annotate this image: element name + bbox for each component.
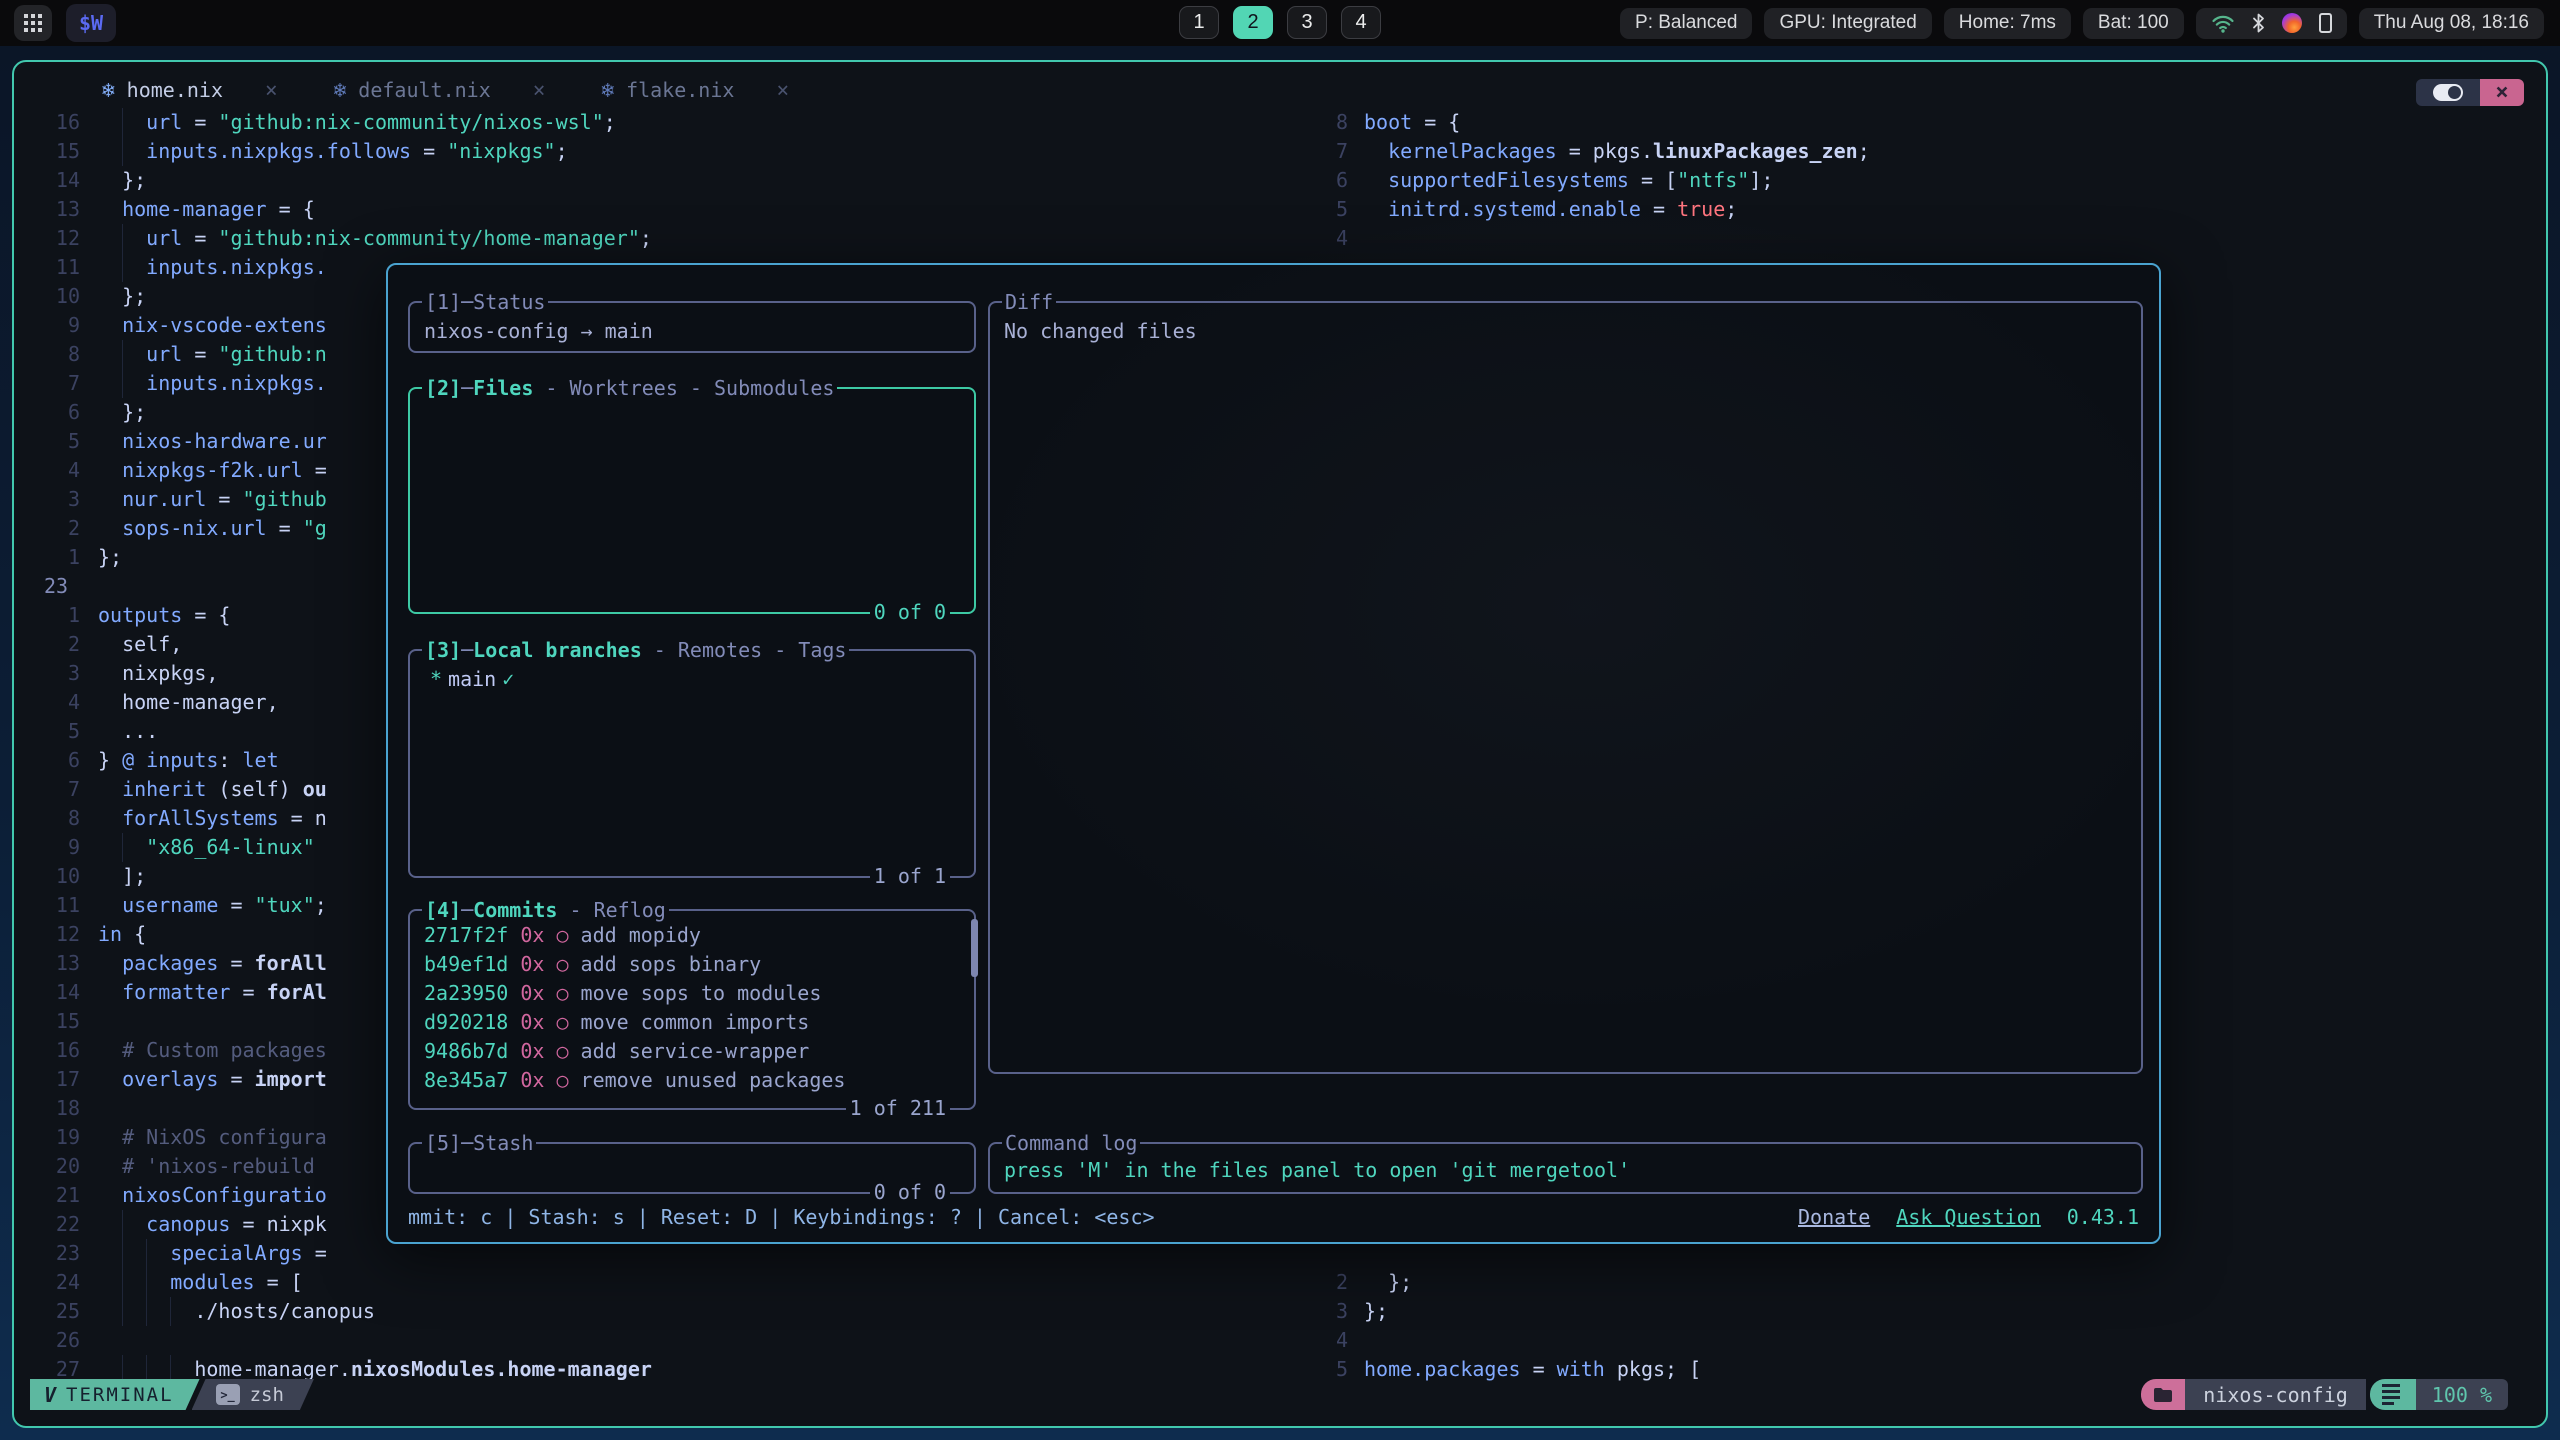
system-tray <box>2196 8 2347 39</box>
status-pill-1: GPU: Integrated <box>1764 8 1931 39</box>
lazygit-commits-panel[interactable]: [4]─Commits - Reflog 2717f2f 0x ○ add mo… <box>408 909 976 1110</box>
app-launcher-button[interactable] <box>14 5 52 41</box>
phone-icon[interactable] <box>2319 13 2332 33</box>
diff-content: No changed files <box>1004 317 1197 346</box>
code-line: 3}; <box>14 1297 2546 1326</box>
bluetooth-icon[interactable] <box>2252 13 2265 33</box>
shell-label: zsh <box>250 1384 284 1406</box>
folder-icon <box>2153 1387 2173 1403</box>
line-number: 5 <box>1302 1355 1348 1384</box>
commit-row[interactable]: 8e345a7 0x ○ remove unused packages <box>424 1066 845 1095</box>
code-line: 4 <box>14 1326 2546 1355</box>
repo-branch-status: nixos-config → main <box>424 317 653 346</box>
branches-count: 1 of 1 <box>870 862 950 891</box>
vim-logo-icon: V <box>44 1383 56 1407</box>
donate-link[interactable]: Donate <box>1798 1203 1870 1232</box>
commits-scrollbar[interactable] <box>971 919 978 977</box>
code-line: 2 }; <box>14 1268 2546 1297</box>
commit-row[interactable]: 2a23950 0x ○ move sops to modules <box>424 979 821 1008</box>
clock: Thu Aug 08, 18:16 <box>2359 8 2544 39</box>
terminal-window: ❄home.nix×❄default.nix×❄flake.nix× × 16 … <box>12 60 2548 1428</box>
commit-row[interactable]: 9486b7d 0x ○ add service-wrapper <box>424 1037 809 1066</box>
workspace-button-1[interactable]: 1 <box>1179 6 1219 39</box>
terminal-icon: >_ <box>216 1384 240 1405</box>
commit-row[interactable]: b49ef1d 0x ○ add sops binary <box>424 950 761 979</box>
workspace-switcher: 1234 <box>1179 6 1381 39</box>
lazygit-stash-panel[interactable]: [5]─Stash 0 of 0 <box>408 1142 976 1194</box>
commits-count: 1 of 211 <box>846 1094 950 1123</box>
lines-icon <box>2370 1379 2416 1410</box>
wm-logo-icon[interactable]: $W <box>66 4 116 42</box>
scroll-percent: 100 % <box>2416 1379 2508 1410</box>
workspace-button-3[interactable]: 3 <box>1287 6 1327 39</box>
lazygit-files-panel[interactable]: [2]─Files - Worktrees - Submodules 0 of … <box>408 387 976 614</box>
status-pill-2: Home: 7ms <box>1944 8 2071 39</box>
repo-name: nixos-config <box>2185 1379 2366 1410</box>
line-number: 3 <box>1302 1297 1348 1326</box>
lazygit-branches-panel[interactable]: [3]─Local branches - Remotes - Tags *mai… <box>408 649 976 878</box>
top-bar: $W 1234 P: Balanced GPU: Integrated Home: … <box>0 0 2560 46</box>
workspace-button-4[interactable]: 4 <box>1341 6 1381 39</box>
commit-row[interactable]: 2717f2f 0x ○ add mopidy <box>424 921 701 950</box>
mode-label: TERMINAL <box>66 1384 174 1406</box>
workspace-button-2[interactable]: 2 <box>1233 6 1273 39</box>
files-count: 0 of 0 <box>870 598 950 627</box>
mode-segment: V TERMINAL <box>30 1379 200 1410</box>
shell-segment: >_ zsh <box>192 1379 314 1410</box>
status-pill-3: Bat: 100 <box>2083 8 2184 39</box>
apps-grid-icon <box>24 14 42 32</box>
branch-item[interactable]: *main✓ <box>430 665 514 694</box>
line-number: 4 <box>1302 1326 1348 1355</box>
keybindings-bar: mmit: c | Stash: s | Reset: D | Keybindi… <box>408 1203 1155 1232</box>
lazygit-diff-panel[interactable]: Diff No changed files <box>988 301 2143 1074</box>
folder-segment <box>2141 1379 2185 1410</box>
lazygit-version: 0.43.1 <box>2067 1203 2139 1232</box>
lazygit-command-log-panel[interactable]: Command log press 'M' in the files panel… <box>988 1142 2143 1194</box>
lazygit-status-panel[interactable]: [1]─Status nixos-config → main <box>408 301 976 353</box>
ask-question-link[interactable]: Ask Question <box>1896 1203 2041 1232</box>
commit-row[interactable]: d920218 0x ○ move common imports <box>424 1008 809 1037</box>
color-app-icon[interactable] <box>2282 13 2302 33</box>
line-number: 2 <box>1302 1268 1348 1297</box>
status-pill-0: P: Balanced <box>1620 8 1752 39</box>
wifi-icon[interactable] <box>2211 14 2235 33</box>
command-log-content: press 'M' in the files panel to open 'gi… <box>1004 1156 1630 1185</box>
lazygit-popup: [1]─Status nixos-config → main [2]─Files… <box>386 263 2161 1244</box>
